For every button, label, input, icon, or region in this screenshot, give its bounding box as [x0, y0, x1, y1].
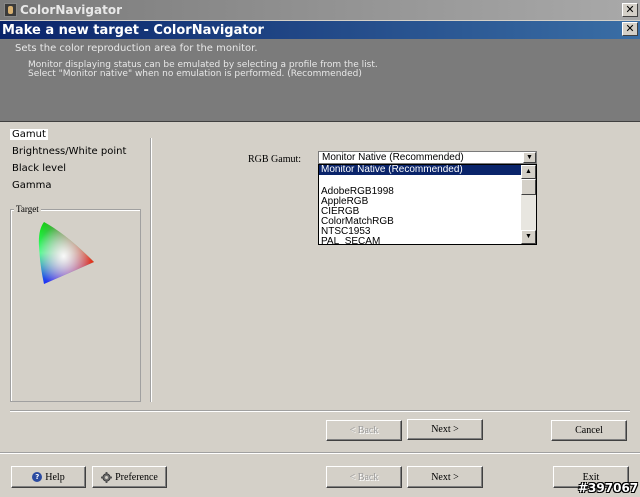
rgb-gamut-dropdown-list[interactable]: Monitor Native (Recommended) AdobeRGB199… [318, 164, 537, 245]
dialog-title: Make a new target - ColorNavigator [2, 22, 264, 38]
watermark-text: #397067 [578, 481, 639, 495]
rgb-gamut-selected-value: Monitor Native (Recommended) [322, 152, 464, 163]
description-heading: Sets the color reproduction area for the… [15, 43, 258, 54]
next-button-bottom[interactable]: Next > [407, 466, 483, 488]
nav-item-black-level[interactable]: Black level [12, 163, 66, 174]
nav-item-gamma[interactable]: Gamma [12, 180, 52, 191]
help-button[interactable]: ? Help [11, 466, 86, 488]
nav-item-brightness-white-point[interactable]: Brightness/White point [12, 146, 126, 157]
back-button[interactable]: < Back [326, 420, 402, 441]
dialog-close-button[interactable]: ✕ [622, 22, 638, 36]
help-button-label: Help [45, 471, 65, 483]
outer-title-bar: ColorNavigator [0, 0, 640, 20]
gear-icon [101, 471, 113, 483]
outer-window-title: ColorNavigator [20, 3, 122, 17]
description-line-2: Select "Monitor native" when no emulatio… [28, 69, 362, 79]
next-button[interactable]: Next > [407, 419, 483, 440]
preference-button-label: Preference [115, 471, 158, 483]
outer-close-button[interactable]: ✕ [622, 3, 638, 17]
rgb-gamut-label: RGB Gamut: [248, 154, 302, 165]
chevron-down-icon[interactable]: ▼ [523, 152, 536, 163]
back-button-bottom[interactable]: < Back [326, 466, 402, 488]
gamut-diagram-icon [38, 222, 94, 284]
description-panel: Sets the color reproduction area for the… [0, 39, 640, 122]
target-group-label: Target [14, 204, 41, 214]
option-pal-secam[interactable]: PAL_SECAM [319, 237, 521, 245]
scroll-down-arrow-icon[interactable]: ▼ [521, 230, 536, 244]
dropdown-scrollbar[interactable]: ▲ ▼ [521, 165, 536, 244]
cancel-button[interactable]: Cancel [551, 420, 627, 441]
nav-item-gamut[interactable]: Gamut [10, 129, 48, 140]
help-icon: ? [32, 472, 43, 482]
close-icon: ✕ [625, 3, 635, 16]
preference-button[interactable]: Preference [92, 466, 167, 488]
footer-separator [0, 452, 640, 454]
scroll-up-arrow-icon[interactable]: ▲ [521, 165, 536, 179]
option-monitor-native[interactable]: Monitor Native (Recommended) [319, 165, 521, 175]
content-separator [10, 410, 630, 412]
app-icon [4, 3, 17, 17]
close-icon: ✕ [625, 22, 635, 35]
dialog-title-bar: Make a new target - ColorNavigator [0, 21, 640, 39]
nav-divider [150, 138, 152, 402]
scrollbar-thumb[interactable] [521, 179, 536, 195]
rgb-gamut-select[interactable]: Monitor Native (Recommended) ▼ [318, 151, 537, 164]
